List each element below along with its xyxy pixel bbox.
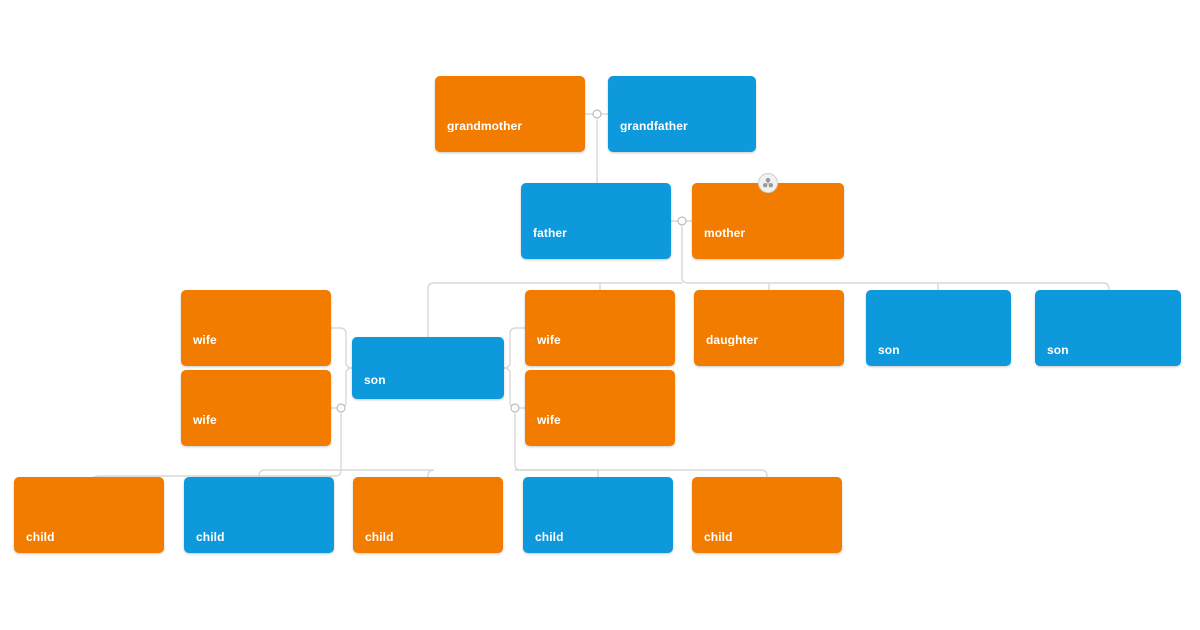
node-label: child bbox=[196, 531, 225, 543]
connector-child-bus-right bbox=[514, 469, 599, 478]
node-label: grandfather bbox=[620, 120, 688, 132]
connector-son-wife3-right bbox=[503, 327, 526, 369]
node-wife-3[interactable]: wife bbox=[525, 290, 675, 366]
node-father[interactable]: father bbox=[521, 183, 671, 259]
node-son-2[interactable]: son bbox=[866, 290, 1011, 366]
node-child-3[interactable]: child bbox=[353, 477, 503, 553]
node-label: son bbox=[364, 374, 386, 386]
junction-grandparents[interactable] bbox=[592, 109, 602, 119]
node-label: father bbox=[533, 227, 567, 239]
node-daughter[interactable]: daughter bbox=[694, 290, 844, 366]
node-wife-4[interactable]: wife bbox=[525, 370, 675, 446]
node-child-1[interactable]: child bbox=[14, 477, 164, 553]
node-label: wife bbox=[193, 414, 217, 426]
node-mother[interactable]: mother bbox=[692, 173, 844, 259]
connector-son-wife2-left bbox=[330, 367, 353, 409]
node-grandmother[interactable]: grandmother bbox=[435, 76, 585, 152]
group-icon[interactable] bbox=[758, 173, 778, 193]
node-label: son bbox=[878, 344, 900, 356]
node-wife-2[interactable]: wife bbox=[181, 370, 331, 446]
node-label: daughter bbox=[706, 334, 759, 346]
node-label: grandmother bbox=[447, 120, 523, 132]
node-child-2[interactable]: child bbox=[184, 477, 334, 553]
node-child-4[interactable]: child bbox=[523, 477, 673, 553]
node-son-main[interactable]: son bbox=[352, 337, 504, 399]
node-son-3[interactable]: son bbox=[1035, 290, 1181, 366]
node-label: wife bbox=[193, 334, 217, 346]
connector-son-wife1-left bbox=[330, 327, 353, 369]
node-grandfather[interactable]: grandfather bbox=[608, 76, 756, 152]
junction-son-left[interactable] bbox=[336, 403, 346, 413]
connector-son-wife4-right bbox=[503, 367, 526, 409]
junction-parents[interactable] bbox=[677, 216, 687, 226]
connector-child-bus-left bbox=[258, 469, 342, 478]
node-label: wife bbox=[537, 414, 561, 426]
node-label: child bbox=[26, 531, 55, 543]
node-child-5[interactable]: child bbox=[692, 477, 842, 553]
node-label: wife bbox=[537, 334, 561, 346]
family-tree-canvas[interactable]: grandmother grandfather father mother wife wi… bbox=[0, 0, 1200, 630]
node-label: child bbox=[535, 531, 564, 543]
junction-son-right[interactable] bbox=[510, 403, 520, 413]
node-label: son bbox=[1047, 344, 1069, 356]
node-label: child bbox=[704, 531, 733, 543]
node-wife-1[interactable]: wife bbox=[181, 290, 331, 366]
node-label: mother bbox=[704, 227, 746, 239]
node-label: child bbox=[365, 531, 394, 543]
connector-child-bus-mid bbox=[340, 469, 435, 478]
